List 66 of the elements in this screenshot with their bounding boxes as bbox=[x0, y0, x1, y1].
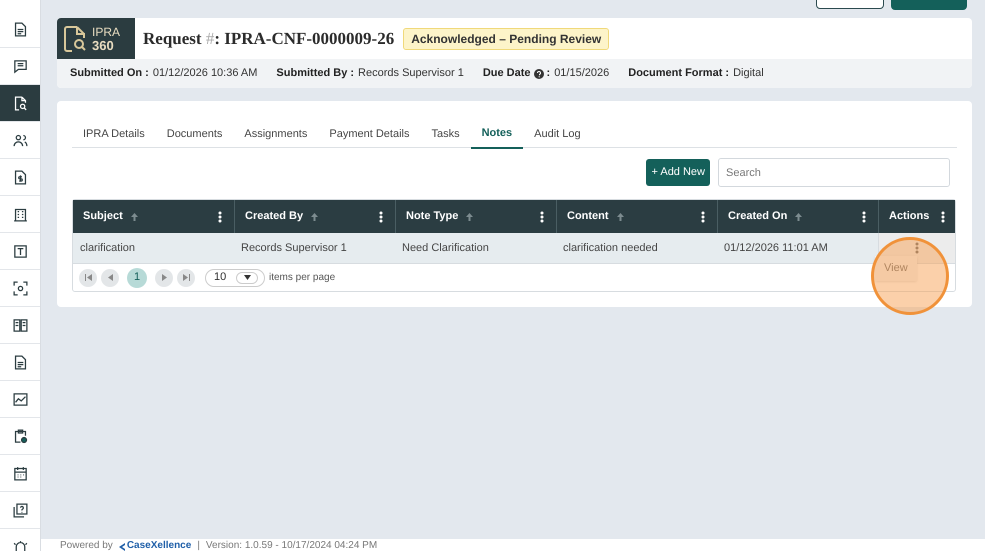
tab[interactable]: Documents bbox=[156, 119, 234, 149]
sort-arrow-icon[interactable] bbox=[616, 212, 624, 220]
sort-arrow-icon[interactable] bbox=[795, 212, 802, 220]
table-cell-text: Records Supervisor 1 bbox=[240, 240, 348, 256]
tab[interactable]: IPRA Details bbox=[72, 119, 156, 149]
separator-text: | bbox=[197, 540, 200, 551]
brand-logo: CaseXellence bbox=[118, 540, 192, 551]
document-search-icon bbox=[64, 26, 86, 52]
tab[interactable]: Notes bbox=[470, 119, 524, 149]
scan-icon bbox=[12, 280, 28, 296]
field-value: 01/15/2026 bbox=[554, 66, 610, 82]
field-label: Document Format : bbox=[628, 66, 730, 82]
request-title: Request #: IPRA-CNF-0000009-26 bbox=[143, 28, 394, 50]
book-icon bbox=[12, 316, 28, 334]
text-box-icon bbox=[12, 242, 28, 260]
search-field[interactable]: Search bbox=[718, 158, 950, 187]
table-cell-text: 01/12/2026 11:01 AM bbox=[723, 240, 829, 256]
field-value: 01/12/2026 10:36 AM bbox=[152, 66, 258, 82]
table-cell-text: clarification bbox=[79, 240, 136, 256]
logo-text: IPRA bbox=[92, 26, 120, 38]
status-badge: Acknowledged – Pending Review bbox=[403, 28, 610, 50]
sidebar-item[interactable] bbox=[0, 85, 40, 122]
powered-by-text: Powered by bbox=[60, 540, 113, 551]
calendar-icon bbox=[12, 464, 28, 482]
field-value: Digital bbox=[733, 66, 764, 82]
last-page-icon bbox=[182, 274, 190, 281]
last-page-button[interactable] bbox=[177, 268, 195, 286]
help-icon bbox=[12, 502, 28, 518]
kebab-icon[interactable] bbox=[862, 210, 866, 222]
tab[interactable]: Audit Log bbox=[523, 119, 592, 149]
version-text: Version: 1.0.59 - 10/17/2024 04:24 PM bbox=[206, 540, 378, 551]
kebab-icon[interactable] bbox=[941, 210, 946, 222]
sort-arrow-icon[interactable] bbox=[130, 212, 138, 220]
field-label: Submitted By : bbox=[276, 66, 354, 82]
table-cell-text: clarification needed bbox=[562, 240, 659, 256]
column-header[interactable]: Subject bbox=[73, 200, 234, 233]
field-label: Submitted On : bbox=[70, 66, 149, 82]
chat-icon bbox=[12, 58, 28, 74]
first-page-button[interactable] bbox=[79, 268, 97, 286]
next-page-icon bbox=[160, 274, 168, 281]
next-page-button[interactable] bbox=[155, 268, 173, 286]
table-cell-text: Need Clarification bbox=[401, 240, 490, 256]
field-label: Due Date bbox=[482, 66, 531, 82]
chart-icon bbox=[12, 390, 28, 408]
add-new-button[interactable]: + Add New bbox=[646, 159, 710, 186]
previous-page-icon bbox=[106, 274, 114, 281]
pager-label: items per page bbox=[269, 271, 336, 285]
field-label: : bbox=[546, 66, 550, 82]
tab[interactable]: Tasks bbox=[420, 119, 471, 149]
sort-arrow-icon[interactable] bbox=[311, 212, 318, 220]
page-size-select[interactable]: 10 bbox=[205, 268, 265, 286]
kebab-icon[interactable] bbox=[218, 210, 222, 222]
page-button[interactable]: 1 bbox=[127, 268, 147, 288]
logo-text: 360 bbox=[92, 38, 115, 52]
caret-icon bbox=[244, 275, 251, 280]
outline-button[interactable] bbox=[816, 0, 884, 9]
tab[interactable]: Payment Details bbox=[318, 119, 420, 149]
field-value: Records Supervisor 1 bbox=[358, 66, 464, 82]
kebab-icon[interactable] bbox=[379, 210, 383, 222]
bell-icon bbox=[12, 538, 28, 551]
first-page-icon bbox=[84, 274, 92, 281]
previous-page-button[interactable] bbox=[101, 268, 119, 286]
kebab-icon[interactable] bbox=[540, 210, 544, 222]
kebab-icon[interactable] bbox=[701, 210, 705, 222]
sort-arrow-icon[interactable] bbox=[466, 212, 474, 220]
tab[interactable]: Assignments bbox=[233, 119, 318, 149]
